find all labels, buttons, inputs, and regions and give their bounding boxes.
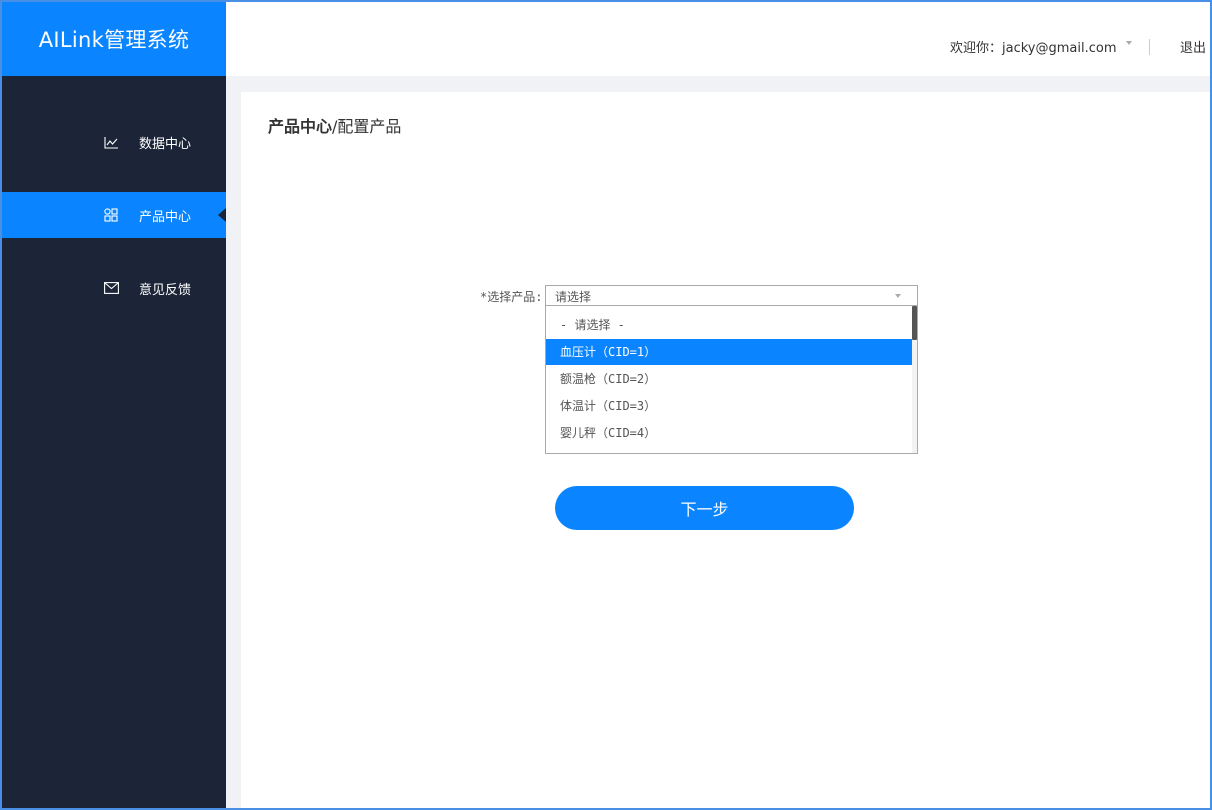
mail-icon [103, 280, 119, 296]
sidebar-item-product-center[interactable]: 产品中心 [2, 192, 226, 238]
breadcrumb-parent[interactable]: 产品中心 [268, 117, 332, 136]
dropdown-scrollbar[interactable] [912, 306, 917, 453]
breadcrumb-current: 配置产品 [337, 117, 402, 136]
breadcrumb: 产品中心/配置产品 [268, 113, 401, 137]
active-caret-icon [218, 208, 226, 222]
next-step-button[interactable]: 下一步 [555, 486, 854, 530]
welcome-user: 欢迎你：jacky@gmail.com [950, 41, 1117, 56]
header-divider [1149, 39, 1150, 55]
select-product-label: *选择产品: [480, 290, 543, 304]
dropdown-option[interactable]: - 请选择 - [546, 312, 913, 338]
dropdown-option[interactable]: 婴儿秤（CID=4） [546, 420, 913, 446]
sidebar-item-label: 意见反馈 [139, 282, 192, 298]
grid-icon [103, 207, 119, 223]
dropdown-option-selected[interactable]: 血压计（CID=1） [546, 339, 913, 365]
user-menu-chevron-down-icon[interactable] [1126, 41, 1132, 45]
chevron-down-icon [895, 294, 901, 298]
line-chart-icon [103, 134, 119, 150]
sidebar: 数据中心 产品中心 意见反馈 [2, 76, 226, 808]
app-logo: AILink管理系统 [2, 2, 226, 76]
scrollbar-thumb[interactable] [912, 306, 917, 340]
dropdown-option[interactable]: 体温计（CID=3） [546, 393, 913, 419]
logout-link[interactable]: 退出 [1180, 37, 1206, 56]
top-header: 欢迎你：jacky@gmail.com 退出 [226, 2, 1210, 76]
product-dropdown-list: - 请选择 - 血压计（CID=1） 额温枪（CID=2） 体温计（CID=3）… [545, 306, 918, 454]
sidebar-item-label: 数据中心 [139, 136, 192, 152]
product-select[interactable]: 请选择 [545, 285, 918, 306]
product-select-value: 请选择 [555, 290, 592, 304]
sidebar-item-feedback[interactable]: 意见反馈 [2, 265, 226, 311]
sidebar-item-label: 产品中心 [139, 209, 192, 225]
app-title: AILink管理系统 [38, 28, 190, 52]
sidebar-item-data-center[interactable]: 数据中心 [2, 119, 226, 165]
dropdown-option[interactable]: 额温枪（CID=2） [546, 366, 913, 392]
